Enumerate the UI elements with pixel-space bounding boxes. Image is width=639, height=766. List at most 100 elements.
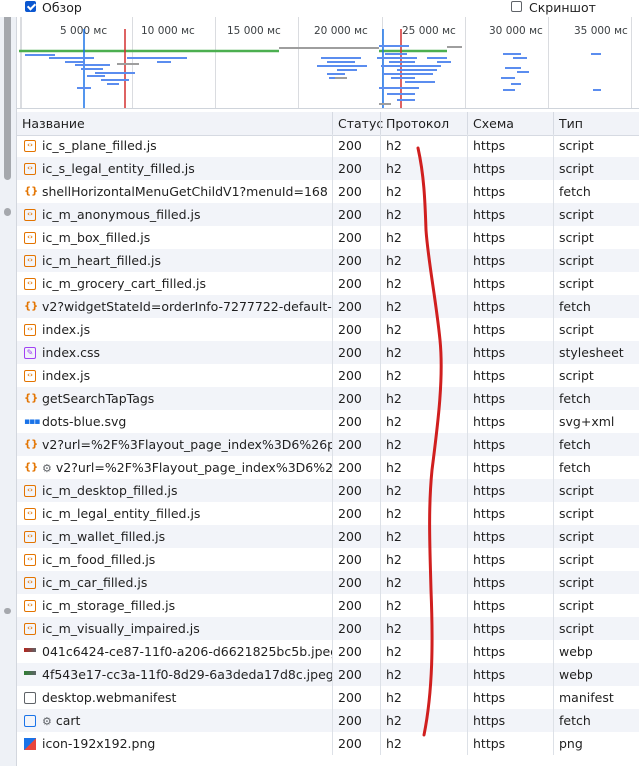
table-row[interactable]: ‹› ic_m_box_filled.js 200 h2 https script	[17, 226, 639, 249]
request-type: stylesheet	[559, 345, 624, 360]
request-status-cell: 200	[332, 709, 380, 732]
table-row[interactable]: ‹› ic_m_desktop_filled.js 200 h2 https script	[17, 479, 639, 502]
request-protocol-cell: h2	[380, 272, 467, 295]
request-name: v2?url=%2F%3Flayout_page_index%3D6%26p..…	[42, 437, 332, 452]
column-header-scheme[interactable]: Схема	[467, 112, 553, 136]
request-name: v2?url=%2F%3Flayout_page_index%3D6%2...	[55, 460, 332, 475]
request-name: ic_m_visually_impaired.js	[42, 621, 200, 636]
table-row[interactable]: 041c6424-ce87-11f0-a206-d6621825bc5b.jpe…	[17, 640, 639, 663]
script-resource-icon: ‹›	[24, 231, 36, 244]
table-row[interactable]: 4f543e17-cc3a-11f0-8d29-6a3deda17d8c.jpe…	[17, 663, 639, 686]
request-status: 200	[338, 414, 362, 429]
request-type-cell: script	[553, 134, 639, 157]
request-scheme-cell: https	[467, 364, 553, 387]
request-scheme: https	[473, 644, 506, 659]
table-row[interactable]: ‹› ic_m_legal_entity_filled.js 200 h2 https s…	[17, 502, 639, 525]
column-header-status[interactable]: Статус	[332, 112, 383, 136]
column-header-type[interactable]: Тип	[553, 112, 639, 136]
table-row[interactable]: ‹› ic_m_food_filled.js 200 h2 https script	[17, 548, 639, 571]
request-protocol-cell: h2	[380, 686, 467, 709]
table-row[interactable]: ‹› ic_m_grocery_cart_filled.js 200 h2 https s…	[17, 272, 639, 295]
request-status-cell: 200	[332, 594, 380, 617]
request-name-cell: ‹› index.js	[17, 318, 332, 341]
request-status-cell: 200	[332, 364, 380, 387]
table-row[interactable]: ‹› ic_m_anonymous_filled.js 200 h2 https scri…	[17, 203, 639, 226]
request-name: ic_m_anonymous_filled.js	[42, 207, 201, 222]
request-name: ic_m_storage_filled.js	[42, 598, 176, 613]
table-row[interactable]: ⚙ cart 200 h2 https fetch	[17, 709, 639, 732]
request-scheme: https	[473, 621, 506, 636]
table-row[interactable]: icon-192x192.png 200 h2 https png	[17, 732, 639, 755]
column-header-protocol[interactable]: Протокол	[380, 112, 467, 136]
doc2-resource-icon	[24, 714, 36, 727]
table-row[interactable]: ‹› index.js 200 h2 https script	[17, 318, 639, 341]
table-row[interactable]: ‹› index.js 200 h2 https script	[17, 364, 639, 387]
request-protocol-cell: h2	[380, 364, 467, 387]
network-overview-timeline[interactable]: 5 000 мс 10 000 мс 15 000 мс 20 000 мс 2…	[17, 17, 639, 109]
img-resource-icon	[24, 647, 36, 652]
request-type-cell: script	[553, 157, 639, 180]
request-type: manifest	[559, 690, 614, 705]
request-protocol-cell: h2	[380, 709, 467, 732]
request-protocol-cell: h2	[380, 525, 467, 548]
request-protocol-cell: h2	[380, 226, 467, 249]
column-header-name[interactable]: Название	[17, 112, 332, 136]
request-protocol: h2	[386, 368, 402, 383]
table-row[interactable]: ‹› ic_m_wallet_filled.js 200 h2 https script	[17, 525, 639, 548]
scrollbar-thumb[interactable]	[4, 0, 11, 180]
request-protocol-cell: h2	[380, 732, 467, 755]
request-status-cell: 200	[332, 548, 380, 571]
request-scheme: https	[473, 368, 506, 383]
table-row[interactable]: ‹› ic_m_heart_filled.js 200 h2 https script	[17, 249, 639, 272]
table-row[interactable]: ✎ index.css 200 h2 https stylesheet	[17, 341, 639, 364]
request-name: v2?widgetStateId=orderInfo-7277722-defau…	[42, 299, 332, 314]
request-name-cell: {} ⚙ v2?url=%2F%3Flayout_page_index%3D6%2.…	[17, 456, 332, 479]
screenshot-checkbox[interactable]	[511, 1, 522, 12]
request-scheme: https	[473, 230, 506, 245]
request-protocol-cell: h2	[380, 410, 467, 433]
request-status-cell: 200	[332, 157, 380, 180]
request-scheme-cell: https	[467, 410, 553, 433]
script-resource-icon: ‹›	[24, 484, 36, 497]
request-type-cell: fetch	[553, 456, 639, 479]
table-row[interactable]: {} shellHorizontalMenuGetChildV1?menuId=1…	[17, 180, 639, 203]
table-row[interactable]: ‹› ic_m_storage_filled.js 200 h2 https script	[17, 594, 639, 617]
request-status: 200	[338, 713, 362, 728]
request-name-cell: {} v2?widgetStateId=orderInfo-7277722-def…	[17, 295, 332, 318]
table-row[interactable]: ▪▪▪ dots-blue.svg 200 h2 https svg+xml	[17, 410, 639, 433]
request-type-cell: fetch	[553, 709, 639, 732]
request-protocol-cell: h2	[380, 456, 467, 479]
request-name: ic_s_legal_entity_filled.js	[42, 161, 195, 176]
request-type-cell: webp	[553, 663, 639, 686]
table-row[interactable]: {} v2?url=%2F%3Flayout_page_index%3D6%26p…	[17, 433, 639, 456]
table-row[interactable]: ‹› ic_m_visually_impaired.js 200 h2 https scr…	[17, 617, 639, 640]
table-row[interactable]: ‹› ic_s_plane_filled.js 200 h2 https script	[17, 134, 639, 157]
request-scheme-cell: https	[467, 295, 553, 318]
request-type-cell: manifest	[553, 686, 639, 709]
request-protocol: h2	[386, 713, 402, 728]
request-status-cell: 200	[332, 617, 380, 640]
script-resource-icon: ‹›	[24, 530, 36, 543]
overview-checkbox[interactable]	[25, 1, 36, 12]
request-scheme-cell: https	[467, 433, 553, 456]
table-row[interactable]: {} getSearchTapTags 200 h2 https fetch	[17, 387, 639, 410]
table-row[interactable]: {} ⚙ v2?url=%2F%3Flayout_page_index%3D6%2.…	[17, 456, 639, 479]
table-row[interactable]: {} v2?widgetStateId=orderInfo-7277722-def…	[17, 295, 639, 318]
table-row[interactable]: desktop.webmanifest 200 h2 https manifest	[17, 686, 639, 709]
request-status-cell: 200	[332, 387, 380, 410]
request-scheme: https	[473, 736, 506, 751]
table-row[interactable]: ‹› ic_m_car_filled.js 200 h2 https script	[17, 571, 639, 594]
request-name: dots-blue.svg	[42, 414, 127, 429]
fetch-resource-icon: {}	[24, 300, 39, 312]
request-type-cell: script	[553, 502, 639, 525]
script-resource-icon: ‹›	[24, 576, 36, 589]
request-protocol: h2	[386, 345, 402, 360]
table-row[interactable]: ‹› ic_s_legal_entity_filled.js 200 h2 https s…	[17, 157, 639, 180]
request-type-cell: script	[553, 272, 639, 295]
request-type: script	[559, 230, 594, 245]
request-scheme: https	[473, 391, 506, 406]
request-status: 200	[338, 322, 362, 337]
script-resource-icon: ‹›	[24, 162, 36, 175]
request-name: 4f543e17-cc3a-11f0-8d29-6a3deda17d8c.jpe…	[42, 667, 332, 682]
request-status: 200	[338, 276, 362, 291]
